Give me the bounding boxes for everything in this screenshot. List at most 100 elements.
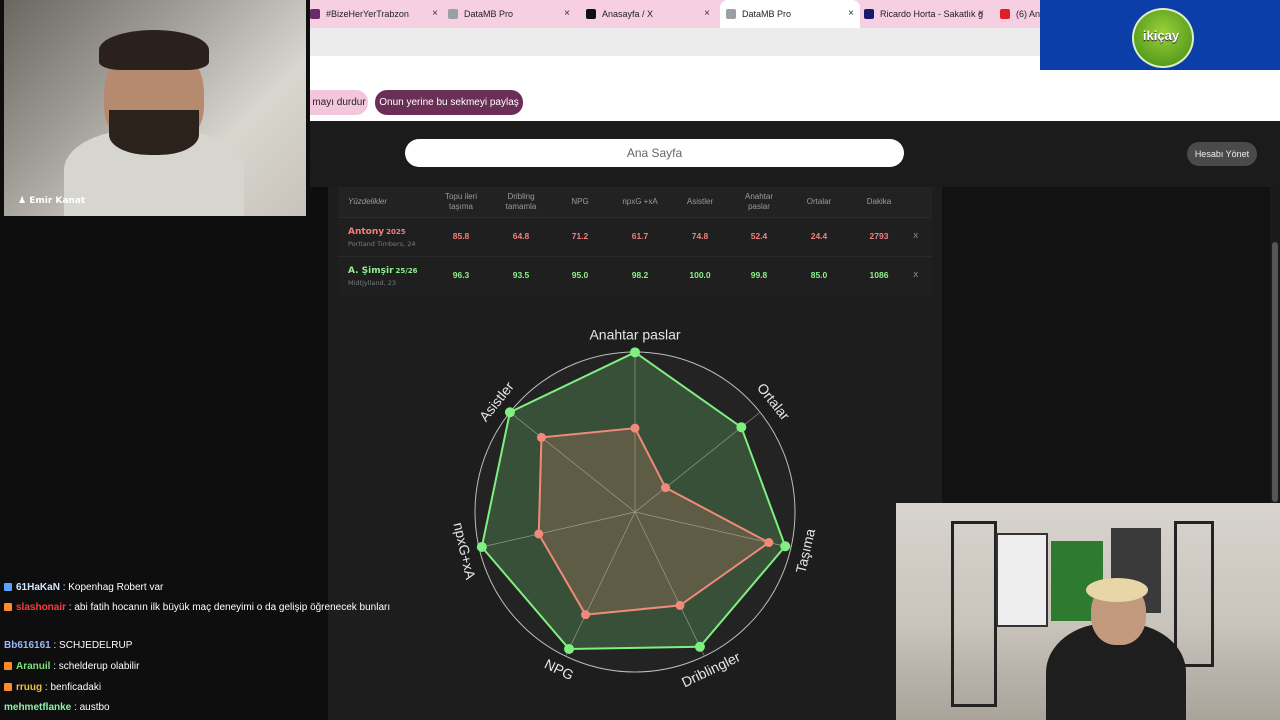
radar-point [581,610,591,620]
table-header: Yüzdelikler Topu ileri taşıma Dribling t… [338,187,932,217]
guest-hair [1086,578,1148,602]
tab-close-icon[interactable]: × [848,8,854,19]
tab-favicon-icon [448,9,458,19]
radar-axis-label: npxG+xA [450,521,479,582]
right-panel [942,187,1270,503]
player-name[interactable]: A. Şimşir 25/26 [348,266,418,276]
tab-title: Anasayfa / X [602,9,654,19]
percentile-table: Yüzdelikler Topu ileri taşıma Dribling t… [338,187,932,295]
tab-close-icon[interactable]: × [704,8,710,19]
sponsor-logo: ikiçay [1040,0,1280,70]
stop-sharing-button[interactable]: mayı durdur [310,90,368,115]
chat-badge-icon [4,683,12,692]
table-cell: 98.2 [631,270,649,280]
scrollbar-thumb[interactable] [1272,242,1278,502]
chat-badge-icon [4,583,12,592]
manage-account-button[interactable]: Hesabı Yönet [1187,142,1257,166]
header-cell[interactable]: Anahtar paslar [734,187,784,217]
shelf-left [951,521,997,707]
chat-username[interactable]: Bb616161 [4,640,51,651]
radar-point [736,422,747,433]
table-cell: 93.5 [512,270,530,280]
tab-close-icon[interactable]: × [978,8,984,19]
address-bar[interactable] [310,28,1040,56]
player-season: 2025 [386,228,406,236]
table-cell: 24.4 [810,231,828,241]
chat-text: Kopenhag Robert var [68,582,164,593]
table-cell: 95.0 [571,270,589,280]
page-scrollbar[interactable] [1270,187,1280,503]
table-cell: 85.8 [452,231,470,241]
radar-point [694,641,705,652]
chat-username[interactable]: slashonair [16,602,66,613]
chat-text: benficadaki [50,682,102,693]
chat-username[interactable]: rruug [16,682,42,693]
radar-point [476,541,487,552]
tab-title: #BizeHerYerTrabzon [326,9,409,19]
person-hair [99,30,209,70]
player-team: Midtjylland, 23 [348,279,396,287]
webcam-name: Emir Kanat [29,196,86,206]
browser-tab-active[interactable]: DataMB Pro × [720,0,860,28]
table-cell: 1086 [869,270,889,280]
header-cell[interactable]: npxG +xA [615,187,665,217]
radar-point [630,347,640,358]
chat-message: Bb616161 : SCHJEDELRUP [4,640,133,651]
player-season: 25/26 [395,267,418,275]
remove-player-button[interactable]: x [913,231,918,241]
chat-message: Aranuil : schelderup olabilir [4,657,139,677]
header-cell[interactable]: Asistler [675,187,725,217]
player-name-text: Antony [348,227,385,237]
header-cell[interactable]: Ortalar [794,187,844,217]
youtube-icon [1000,9,1010,19]
radar-axis-label: Anahtar paslar [589,327,680,343]
header-cell: Yüzdelikler [348,197,388,206]
radar-point [536,432,546,442]
remove-player-button[interactable]: x [913,270,918,280]
streamer-webcam: ♟ Emir Kanat [4,0,306,216]
tab-title: (6) An [1016,9,1041,19]
table-cell: 100.0 [689,270,711,280]
tab-favicon-icon [864,9,874,19]
header-cell[interactable]: Dakika [854,187,904,217]
radar-axis-label: Taşıma [793,527,819,575]
tab-close-icon[interactable]: × [564,8,570,19]
header-cell[interactable]: Topu ileri taşıma [436,187,486,217]
chat-username[interactable]: 61HaKaN [16,582,60,593]
tab-title: DataMB Pro [464,9,514,19]
chat-text: SCHJEDELRUP [59,640,133,651]
header-cell[interactable]: NPG [555,187,605,217]
radar-point [661,483,671,493]
browser-tab[interactable]: Ricardo Horta - Sakatlık g × [864,0,984,28]
table-row: A. Şimşir 25/26 Midtjylland, 23 96.3 93.5… [338,256,932,295]
x-logo-icon [586,9,596,19]
player-name[interactable]: Antony 2025 [348,227,406,237]
chat-text: abi fatih hocanın ilk büyük maç deneyimi… [74,602,391,613]
table-cell: 74.8 [691,231,709,241]
table-cell: 71.2 [571,231,589,241]
table-cell: 64.8 [512,231,530,241]
browser-tab[interactable]: Anasayfa / X × [586,0,710,28]
chat-username[interactable]: Aranuil [16,661,50,672]
chat-message: rruug : benficadaki [4,678,101,698]
sponsor-name: ikiçay [1142,28,1180,43]
person-beard [109,110,199,155]
chat-message: 61HaKaN : Kopenhag Robert var [4,578,163,598]
header-cell[interactable]: Dribling tamamla [496,187,546,217]
radar-axis-label: NPG [542,656,576,684]
chat-username[interactable]: mehmetflanke [4,702,71,713]
player-name-text: A. Şimşir [348,266,394,276]
chat-text: austbo [79,702,110,713]
tab-favicon-icon [310,9,320,19]
browser-tab[interactable]: #BizeHerYerTrabzon × [310,0,438,28]
browser-tab[interactable]: (6) An [1000,0,1040,28]
tab-title: Ricardo Horta - Sakatlık g [880,9,984,19]
share-this-tab-button[interactable]: Onun yerine bu sekmeyi paylaş [375,90,523,115]
browser-tab-bar: #BizeHerYerTrabzon × DataMB Pro × Anasay… [310,0,1040,28]
search-input[interactable]: Ana Sayfa [405,139,904,167]
radar-point [564,643,575,654]
player-team: Portland Timbers, 24 [348,240,416,248]
browser-tab[interactable]: DataMB Pro × [448,0,570,28]
table-cell: 2793 [869,231,889,241]
tab-close-icon[interactable]: × [432,8,438,19]
